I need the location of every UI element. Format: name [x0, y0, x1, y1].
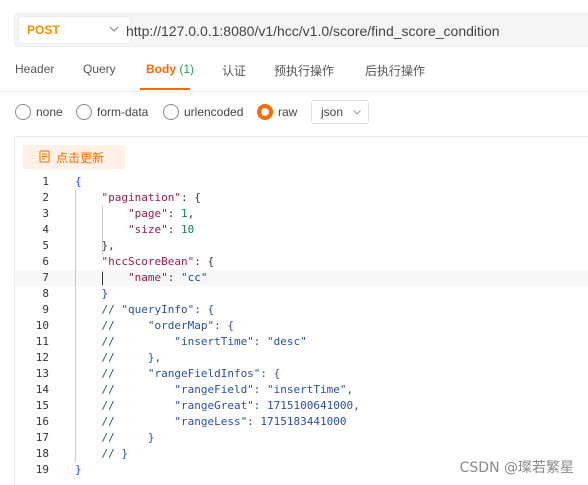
- tab-query[interactable]: Query: [83, 62, 116, 76]
- indent-guide: [75, 190, 76, 462]
- radio-label: raw: [278, 105, 298, 119]
- method-label: POST: [27, 23, 60, 37]
- code-text: // "queryInfo": {: [75, 303, 215, 316]
- line-number: 10: [35, 319, 49, 332]
- code-text: // "insertTime": "desc": [75, 335, 307, 348]
- text-cursor: [102, 272, 103, 285]
- indent-guide: [102, 206, 103, 254]
- body-type-group: none form-data urlencoded raw json: [0, 94, 588, 134]
- active-tab-indicator: [140, 88, 190, 90]
- code-line: 6 "hccScoreBean": {: [15, 254, 588, 270]
- beautify-button[interactable]: 点击更新: [23, 145, 125, 169]
- line-number: 13: [35, 367, 49, 380]
- line-number: 5: [42, 239, 49, 252]
- code-line: 13 // "rangeFieldInfos": {: [15, 366, 588, 382]
- radio-circle: [15, 104, 31, 120]
- tab-auth[interactable]: 认证: [222, 62, 246, 79]
- line-number: 4: [42, 223, 49, 236]
- code-text: "name": "cc": [127, 271, 208, 284]
- line-number: 8: [42, 287, 49, 300]
- line-number: 2: [42, 191, 49, 204]
- tab-pre-script[interactable]: 预执行操作: [274, 62, 334, 79]
- code-line: 14 // "rangeField": "insertTime",: [15, 382, 588, 398]
- line-number: 7: [42, 271, 49, 284]
- tab-body[interactable]: Body (1): [146, 62, 194, 76]
- code-text: "pagination": {: [101, 191, 201, 204]
- line-number: 3: [42, 207, 49, 220]
- code-line: 3 "page": 1,: [15, 206, 588, 222]
- code-text: {: [75, 175, 82, 188]
- request-bar: POST http://127.0.0.1:8080/v1/hcc/v1.0/s…: [0, 0, 588, 58]
- format-select[interactable]: json: [311, 100, 369, 124]
- line-number: 14: [35, 383, 49, 396]
- code-line: 5 },: [15, 238, 588, 254]
- code-line: 8 }: [15, 286, 588, 302]
- code-line: 7 "name": "cc": [15, 270, 588, 286]
- code-text: // },: [75, 351, 162, 364]
- code-line: 2 "pagination": {: [15, 190, 588, 206]
- chevron-down-icon: [109, 26, 119, 32]
- code-line: 15 // "rangeGreat": 1715100641000,: [15, 398, 588, 414]
- code-line: 4 "size": 10: [15, 222, 588, 238]
- line-number: 15: [35, 399, 49, 412]
- tab-header[interactable]: Header: [15, 62, 54, 76]
- radio-circle: [163, 104, 179, 120]
- chevron-down-icon: [353, 110, 361, 115]
- watermark: CSDN @璨若繁星: [459, 460, 574, 476]
- code-text: // "rangeLess": 1715183441000: [75, 415, 347, 428]
- line-number: 18: [35, 447, 49, 460]
- tab-post-script[interactable]: 后执行操作: [365, 62, 425, 79]
- code-text: "size": 10: [127, 223, 195, 236]
- line-number: 17: [35, 431, 49, 444]
- line-number: 16: [35, 415, 49, 428]
- radio-label: urlencoded: [184, 105, 244, 119]
- line-number: 11: [35, 335, 49, 348]
- code-editor[interactable]: 点击更新 1{2 "pagination": {3 "page": 1, 4 "s…: [14, 136, 588, 485]
- document-edit-icon: [39, 150, 50, 163]
- code-text: "page": 1,: [127, 207, 195, 220]
- radio-circle: [257, 104, 273, 120]
- code-line: 9 // "queryInfo": {: [15, 302, 588, 318]
- url-input[interactable]: http://127.0.0.1:8080/v1/hcc/v1.0/score/…: [126, 23, 500, 39]
- code-text: // }: [75, 447, 128, 460]
- code-text: },: [101, 239, 115, 252]
- code-text: // "rangeGreat": 1715100641000,: [75, 399, 360, 412]
- beautify-label: 点击更新: [56, 151, 105, 165]
- code-line: 12 // },: [15, 350, 588, 366]
- code-text: "hccScoreBean": {: [101, 255, 215, 268]
- line-number: 9: [42, 303, 49, 316]
- code-text: // "rangeFieldInfos": {: [75, 367, 281, 380]
- method-select[interactable]: POST: [19, 17, 130, 43]
- code-line: 16 // "rangeLess": 1715183441000: [15, 414, 588, 430]
- code-line: 10 // "orderMap": {: [15, 318, 588, 334]
- radio-label: form-data: [97, 105, 149, 119]
- line-number: 12: [35, 351, 49, 364]
- radio-label: none: [36, 105, 63, 119]
- line-number: 19: [35, 463, 49, 476]
- code-text: // "orderMap": {: [75, 319, 234, 332]
- line-number: 1: [42, 175, 49, 188]
- code-line: 17 // }: [15, 430, 588, 446]
- code-text: }: [75, 463, 82, 476]
- code-text: }: [101, 287, 109, 300]
- code-text: // "rangeField": "insertTime",: [75, 383, 354, 396]
- request-tabs: Header Query Body (1) 认证 预执行操作 后执行操作: [0, 58, 588, 92]
- url-input-container: POST http://127.0.0.1:8080/v1/hcc/v1.0/s…: [14, 13, 588, 47]
- code-text: // }: [75, 431, 155, 444]
- code-line: 11 // "insertTime": "desc": [15, 334, 588, 350]
- tab-body-count: (1): [179, 62, 195, 76]
- format-label: json: [321, 105, 344, 119]
- line-number: 6: [42, 255, 49, 268]
- tab-body-label: Body: [146, 62, 176, 76]
- radio-circle: [76, 104, 92, 120]
- code-line: 1{: [15, 174, 588, 190]
